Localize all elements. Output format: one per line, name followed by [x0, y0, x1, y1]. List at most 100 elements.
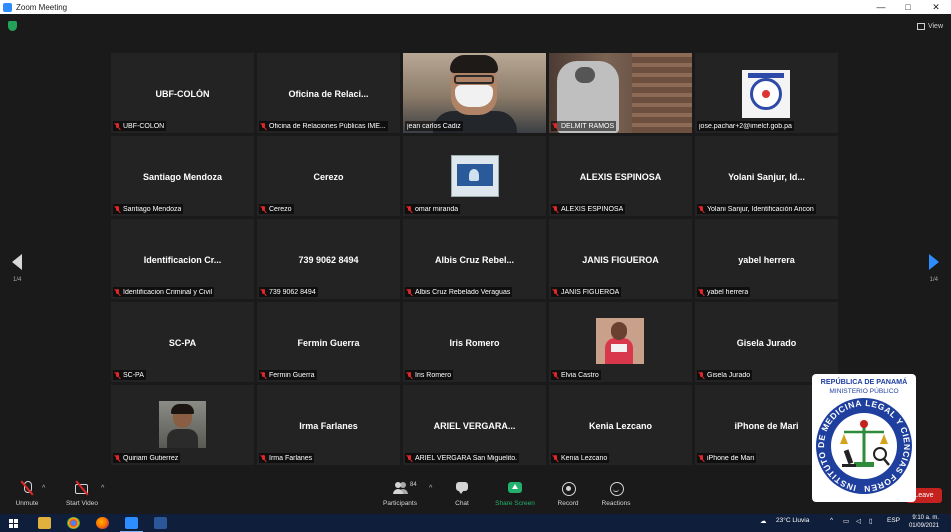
participant-label-text: ALEXIS ESPINOSA — [561, 205, 624, 213]
participant-label: iPhone de Mari — [697, 453, 757, 463]
tray-chevron-icon[interactable]: ^ — [830, 517, 833, 524]
video-options-caret[interactable]: ^ — [101, 485, 104, 492]
unmute-button[interactable]: Unmute — [0, 480, 57, 507]
participant-label: Gisela Jurado — [697, 370, 753, 380]
next-page-arrow-icon[interactable] — [929, 254, 939, 270]
chat-label: Chat — [455, 500, 469, 507]
participant-label-text: Fermin Guerra — [269, 371, 315, 379]
participant-tile[interactable]: Yolani Sanjur, Id... Yolani Sanjur, Iden… — [695, 136, 838, 216]
muted-mic-icon — [553, 371, 559, 379]
participant-display-name: Kenia Lezcano — [588, 421, 653, 431]
participant-display-name: Santiago Mendoza — [142, 172, 222, 182]
participant-tile[interactable]: ARIEL VERGARA... ARIEL VERGARA San Migue… — [403, 385, 546, 465]
participant-display-name: Cerezo — [313, 172, 344, 182]
participant-label: Yolani Sanjur, Identificación Ancon — [697, 204, 816, 214]
share-screen-button[interactable]: Share Screen — [485, 480, 545, 507]
minimize-button[interactable]: — — [867, 0, 895, 14]
participant-tile[interactable]: Elvia Castro — [549, 302, 692, 382]
participant-label: ARIEL VERGARA San Miguelito. — [405, 453, 520, 463]
weather-icon[interactable]: ☁ — [760, 517, 767, 525]
participant-label: SC-PA — [113, 370, 146, 380]
participants-button[interactable]: Participants — [370, 480, 430, 507]
participant-tile[interactable]: Irma Farlanes Irma Farlanes — [257, 385, 400, 465]
participant-tile[interactable]: Santiago Mendoza Santiago Mendoza — [111, 136, 254, 216]
battery-icon[interactable]: ▯ — [869, 517, 873, 525]
muted-mic-icon — [553, 205, 559, 213]
participant-tile[interactable]: omar miranda — [403, 136, 546, 216]
muted-mic-icon — [261, 205, 267, 213]
muted-mic-icon — [115, 288, 121, 296]
network-icon[interactable]: ▭ — [843, 517, 849, 525]
participant-label-text: Elvia Castro — [561, 371, 599, 379]
participant-tile[interactable]: Oficina de Relaci... Oficina de Relacion… — [257, 53, 400, 133]
profile-picture — [451, 155, 499, 197]
participant-tile[interactable]: DELMIT RAMOS — [549, 53, 692, 133]
participant-label-text: jean carlos Cadiz — [407, 122, 461, 130]
participant-label: DELMIT RAMOS — [551, 121, 617, 131]
participant-display-name: Fermin Guerra — [297, 338, 360, 348]
participant-tile[interactable]: Fermin Guerra Fermin Guerra — [257, 302, 400, 382]
chrome-icon[interactable] — [67, 517, 80, 529]
previous-page-arrow-icon[interactable] — [12, 254, 22, 270]
volume-icon[interactable]: ◁ — [856, 517, 861, 525]
participant-label: Oficina de Relaciones Públicas IME... — [259, 121, 388, 131]
participant-display-name: Iris Romero — [449, 338, 500, 348]
chat-bubble-icon — [454, 480, 470, 496]
participant-display-name: 739 9062 8494 — [298, 255, 359, 265]
participant-tile[interactable]: JANIS FIGUEROA JANIS FIGUEROA — [549, 219, 692, 299]
participant-tile[interactable]: Identificacion Cr... Identificacion Crim… — [111, 219, 254, 299]
profile-picture — [159, 401, 206, 448]
view-button[interactable]: View — [916, 21, 943, 32]
muted-mic-icon — [261, 454, 267, 462]
participant-label-text: Gisela Jurado — [707, 371, 751, 379]
close-button[interactable]: ✕ — [922, 0, 950, 14]
participant-label-text: Yolani Sanjur, Identificación Ancon — [707, 205, 814, 213]
participant-display-name: JANIS FIGUEROA — [582, 255, 659, 265]
weather-text[interactable]: 23°C Lluvia — [776, 517, 809, 524]
file-explorer-icon[interactable] — [38, 517, 51, 529]
participant-tile[interactable]: SC-PA SC-PA — [111, 302, 254, 382]
zoom-meeting-window: Zoom Meeting — □ ✕ View 1/4 1/4 UBF-COLÓ… — [0, 0, 951, 532]
system-clock[interactable]: 9:10 a. m. 01/09/2021 — [909, 514, 939, 530]
participant-tile[interactable]: ALEXIS ESPINOSA ALEXIS ESPINOSA — [549, 136, 692, 216]
windows-start-icon[interactable] — [9, 519, 18, 528]
participant-gallery: UBF-COLÓN UBF-COLÓN Oficina de Relaci...… — [111, 53, 839, 470]
participant-tile[interactable]: UBF-COLÓN UBF-COLÓN — [111, 53, 254, 133]
language-indicator[interactable]: ESP — [887, 517, 900, 524]
chat-button[interactable]: Chat — [432, 480, 492, 507]
participant-tile[interactable]: Albis Cruz Rebel... Albis Cruz Rebelado … — [403, 219, 546, 299]
participant-label: jean carlos Cadiz — [405, 121, 463, 131]
camera-off-icon — [74, 480, 90, 496]
reactions-button[interactable]: Reactions — [586, 480, 646, 507]
medical-cross-icon — [860, 420, 868, 428]
audio-options-caret[interactable]: ^ — [42, 485, 45, 492]
participant-tile[interactable]: Iris Romero Iris Romero — [403, 302, 546, 382]
encryption-shield-icon[interactable] — [8, 21, 17, 31]
muted-mic-icon — [261, 122, 267, 130]
muted-mic-icon — [699, 454, 705, 462]
participants-count: 84 — [410, 482, 417, 488]
participant-display-name: yabel herrera — [738, 255, 795, 265]
participant-tile[interactable]: Kenia Lezcano Kenia Lezcano — [549, 385, 692, 465]
participant-label-text: iPhone de Mari — [707, 454, 755, 462]
participant-tile[interactable]: jose.pachar+2@imelcf.gob.pa — [695, 53, 838, 133]
participant-label: Albis Cruz Rebelado Veraguas — [405, 287, 513, 297]
word-icon[interactable] — [154, 517, 167, 529]
participant-tile[interactable]: Gisela Jurado Gisela Jurado — [695, 302, 838, 382]
participant-display-name: Identificacion Cr... — [143, 255, 222, 265]
participant-tile[interactable]: Cerezo Cerezo — [257, 136, 400, 216]
seal-title-line2: MINISTERIO PÚBLICO — [829, 386, 898, 395]
participant-label: Irma Farlanes — [259, 453, 315, 463]
participant-tile[interactable]: 739 9062 8494 739 9062 8494 — [257, 219, 400, 299]
participant-label-text: Quiriam Gutierrez — [123, 454, 179, 462]
share-screen-label: Share Screen — [495, 500, 535, 507]
participant-tile[interactable]: yabel herrera yabel herrera — [695, 219, 838, 299]
firefox-icon[interactable] — [96, 517, 109, 529]
participant-tile-active-speaker[interactable]: jean carlos Cadiz — [403, 53, 546, 133]
muted-mic-icon — [407, 205, 413, 213]
participant-tile[interactable]: Quiriam Gutierrez — [111, 385, 254, 465]
zoom-taskbar-icon[interactable] — [120, 517, 143, 532]
participant-label-text: Identificacion Criminal y Civil — [123, 288, 213, 296]
muted-mic-icon — [553, 122, 559, 130]
maximize-button[interactable]: □ — [894, 0, 922, 14]
